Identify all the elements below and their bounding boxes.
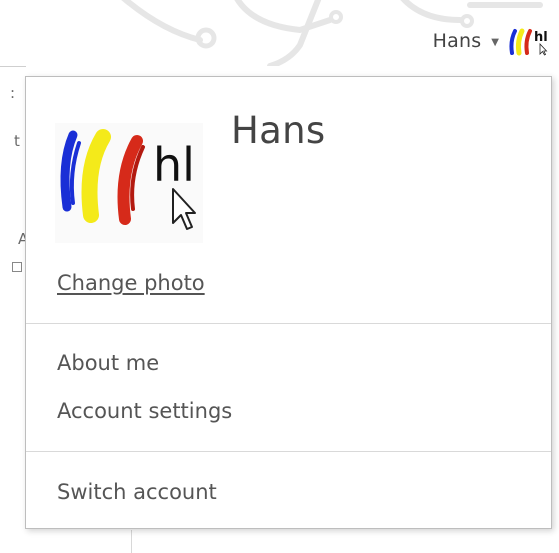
about-me-menu-item[interactable]: About me — [57, 351, 159, 375]
account-dropdown: hl Hans Change photo About me Account se… — [25, 76, 552, 529]
switch-account-menu-item[interactable]: Switch account — [57, 480, 217, 504]
background-text-fragment: t — [14, 132, 20, 150]
profile-photo: hl — [55, 123, 203, 243]
menu-divider — [26, 451, 551, 452]
background-icon-fragment — [12, 262, 22, 272]
mouse-pointer-icon — [539, 42, 548, 56]
background-text-fragment: : — [10, 84, 16, 102]
account-name[interactable]: Hans — [433, 30, 482, 52]
menu-divider — [26, 323, 551, 324]
sidebar-border — [131, 530, 132, 553]
account-settings-menu-item[interactable]: Account settings — [57, 399, 232, 423]
sidebar-divider — [0, 66, 26, 67]
avatar[interactable]: hl — [507, 25, 553, 57]
app-header: Hans ▼ hl — [0, 0, 559, 66]
avatar-text: hl — [153, 138, 195, 192]
change-photo-link[interactable]: Change photo — [57, 271, 205, 295]
mouse-pointer-icon — [172, 188, 196, 230]
account-menu-trigger[interactable]: Hans ▼ hl — [433, 24, 553, 58]
avatar-text: hl — [534, 30, 548, 45]
chevron-down-icon[interactable]: ▼ — [491, 37, 499, 48]
profile-name: Hans — [231, 109, 326, 152]
